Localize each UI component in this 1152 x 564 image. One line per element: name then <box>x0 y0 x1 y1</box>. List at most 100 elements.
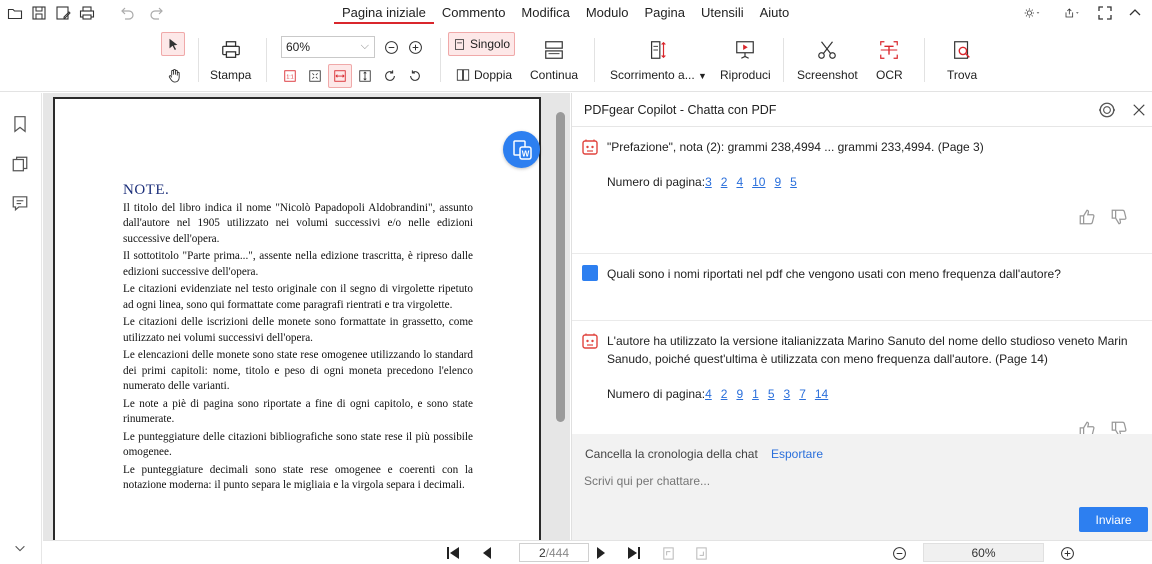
first-page-icon[interactable] <box>445 545 461 561</box>
page-link[interactable]: 2 <box>721 175 728 189</box>
next-view-icon[interactable] <box>693 545 709 561</box>
zoom-in-icon <box>408 40 422 54</box>
page-link[interactable]: 9 <box>774 175 781 189</box>
zoom-in-button[interactable] <box>404 36 426 58</box>
double-page-button[interactable]: Doppia <box>452 63 516 87</box>
page-link[interactable]: 5 <box>790 175 797 189</box>
thumbs-down-icon[interactable] <box>1110 208 1128 226</box>
send-button[interactable]: Inviare <box>1079 507 1148 532</box>
page-link[interactable]: 4 <box>736 175 743 189</box>
bookmark-icon[interactable] <box>11 115 29 133</box>
tab-form[interactable]: Modulo <box>578 0 637 26</box>
page-link[interactable]: 3 <box>784 387 791 401</box>
assistant-message: L'autore ha utilizzato la versione itali… <box>607 334 1128 366</box>
comments-icon[interactable] <box>11 194 29 212</box>
fit-page-icon <box>309 70 321 82</box>
page-link[interactable]: 5 <box>768 387 775 401</box>
print-quick-icon[interactable] <box>78 4 96 22</box>
page-link[interactable]: 1 <box>752 387 759 401</box>
export-button[interactable]: Esportare <box>771 447 823 461</box>
rotate-left-icon <box>410 70 420 81</box>
assistant-avatar-icon <box>582 333 598 349</box>
find-button[interactable]: Trova <box>947 38 977 82</box>
chat-input[interactable] <box>584 474 1144 488</box>
select-tool-button[interactable] <box>161 32 185 56</box>
tab-comment[interactable]: Commento <box>434 0 514 26</box>
ocr-button[interactable]: OCR <box>876 38 903 82</box>
theme-sun-icon[interactable] <box>1018 4 1046 22</box>
thumbs-up-icon[interactable] <box>1078 208 1096 226</box>
play-button[interactable]: Riproduci <box>720 38 771 82</box>
page-number-field[interactable]: 2/444 <box>519 543 589 562</box>
hand-tool-button[interactable] <box>163 64 185 86</box>
tab-page[interactable]: Pagina <box>636 0 692 26</box>
screenshot-label: Screenshot <box>797 68 858 82</box>
print-button[interactable]: Stampa <box>210 38 251 82</box>
thumbs-up-icon[interactable] <box>1078 420 1096 434</box>
continuous-button[interactable]: Continua <box>530 38 578 82</box>
status-zoom-out-icon[interactable] <box>891 545 907 561</box>
single-page-button[interactable]: Singolo <box>448 32 516 56</box>
copilot-title: PDFgear Copilot - Chatta con PDF <box>584 103 777 117</box>
save-icon[interactable] <box>30 4 48 22</box>
clear-history-button[interactable]: Cancella la cronologia della chat <box>585 447 758 461</box>
presentation-play-icon <box>733 38 757 62</box>
pages-label: Numero di pagina: <box>607 387 706 401</box>
next-page-icon[interactable] <box>593 545 609 561</box>
save-as-icon[interactable] <box>54 4 72 22</box>
continuous-scroll-icon <box>542 38 566 62</box>
copilot-bot-icon[interactable] <box>1098 101 1116 119</box>
page-link[interactable]: 4 <box>705 387 712 401</box>
document-scrollbar[interactable] <box>556 112 565 422</box>
zoom-select-value: 60% <box>286 40 311 54</box>
message-divider <box>572 253 1152 254</box>
tab-help[interactable]: Aiuto <box>752 0 798 26</box>
redo-icon[interactable] <box>148 4 166 22</box>
fit-width-button[interactable] <box>328 64 352 88</box>
screenshot-button[interactable]: Screenshot <box>797 38 858 82</box>
page-link[interactable]: 2 <box>721 387 728 401</box>
status-zoom-field[interactable]: 60% <box>923 543 1044 562</box>
page-link[interactable]: 10 <box>752 175 765 189</box>
page-link[interactable]: 14 <box>815 387 828 401</box>
auto-scroll-button[interactable]: Scorrimento a... ▼ <box>610 38 707 82</box>
previous-view-icon[interactable] <box>660 545 676 561</box>
fullscreen-icon[interactable] <box>1096 4 1114 22</box>
total-pages: /444 <box>545 545 570 560</box>
fit-height-button[interactable] <box>354 65 376 87</box>
page-paragraph: Le punteggiature delle citazioni bibliog… <box>123 430 473 459</box>
zoom-out-button[interactable] <box>380 36 402 58</box>
page-link[interactable]: 9 <box>736 387 743 401</box>
find-search-icon <box>950 38 974 62</box>
rotate-left-button[interactable] <box>404 65 426 87</box>
convert-to-word-button[interactable]: W <box>503 131 540 168</box>
actual-size-button[interactable]: 1:1 <box>279 65 301 87</box>
sidebar-expand-chevron-icon[interactable] <box>13 541 27 555</box>
page-paragraph: Le note a piè di pagina sono riportate a… <box>123 397 473 426</box>
tab-home[interactable]: Pagina iniziale <box>334 0 434 26</box>
status-zoom-in-icon[interactable] <box>1059 545 1075 561</box>
collapse-ribbon-icon[interactable] <box>1126 4 1144 22</box>
thumbs-down-icon[interactable] <box>1110 420 1128 434</box>
ocr-icon <box>877 38 901 62</box>
previous-page-icon[interactable] <box>479 545 495 561</box>
find-label: Trova <box>947 68 978 82</box>
chevron-down-icon: ⌵ <box>360 40 369 52</box>
user-message: Quali sono i nomi riportati nel pdf che … <box>607 267 1061 281</box>
thumbnails-icon[interactable] <box>11 155 29 173</box>
undo-icon[interactable] <box>118 4 136 22</box>
fit-page-button[interactable] <box>304 65 326 87</box>
page-link[interactable]: 7 <box>799 387 806 401</box>
share-icon[interactable] <box>1058 4 1086 22</box>
close-icon[interactable] <box>1132 103 1146 117</box>
last-page-icon[interactable] <box>626 545 642 561</box>
open-folder-icon[interactable] <box>6 4 24 22</box>
document-viewer[interactable]: NOTE. Il titolo del libro indica il nome… <box>43 93 570 540</box>
zoom-select[interactable]: 60% ⌵ <box>281 36 375 58</box>
rotate-right-button[interactable] <box>379 65 401 87</box>
page-link[interactable]: 3 <box>705 175 712 189</box>
tab-edit[interactable]: Modifica <box>513 0 577 26</box>
current-page: 2 <box>538 545 546 560</box>
tab-tools[interactable]: Utensili <box>693 0 752 26</box>
zoom-out-icon <box>384 40 398 54</box>
